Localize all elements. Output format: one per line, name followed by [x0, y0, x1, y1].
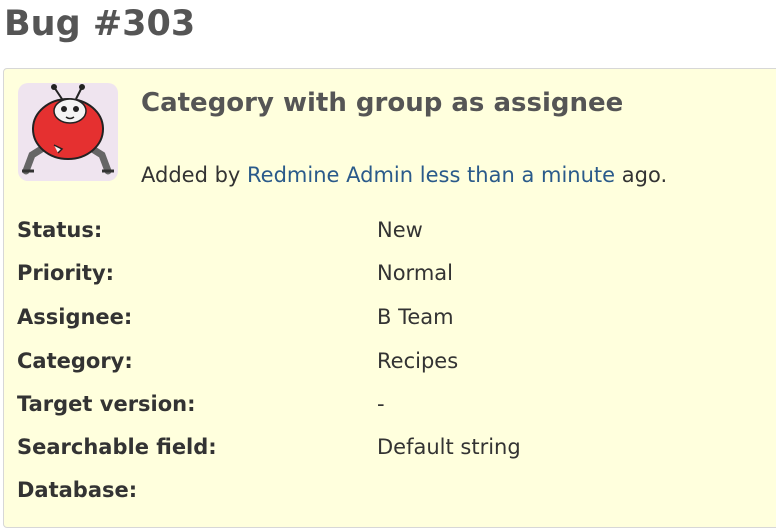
issue-author-line: Added by Redmine Admin less than a minut… — [141, 160, 667, 190]
avatar — [18, 83, 118, 181]
page-title: Bug #303 — [4, 4, 196, 44]
author-link[interactable]: Redmine Admin — [247, 163, 413, 187]
attr-label-assignee: Assignee: — [17, 305, 133, 329]
attr-label-database: Database: — [17, 478, 138, 502]
attr-label-priority: Priority: — [17, 261, 115, 285]
attr-value-category: Recipes — [377, 349, 459, 373]
attr-label-category: Category: — [17, 349, 133, 373]
bug-mascot-icon — [22, 84, 114, 175]
attr-value-searchable-field: Default string — [377, 435, 521, 459]
time-ago-link[interactable]: less than a minute — [420, 163, 615, 187]
attr-label-status: Status: — [17, 218, 103, 242]
attr-label-target-version: Target version: — [17, 392, 196, 416]
issue-subject: Category with group as assignee — [141, 88, 624, 118]
issue-details-box: Category with group as assignee Added by… — [3, 68, 776, 528]
attr-value-priority: Normal — [377, 261, 453, 285]
attr-value-assignee: B Team — [377, 305, 454, 329]
author-prefix: Added by — [141, 163, 241, 187]
attr-value-target-version: - — [377, 392, 385, 416]
attr-label-searchable-field: Searchable field: — [17, 435, 217, 459]
author-suffix: ago. — [621, 163, 668, 187]
attr-value-status: New — [377, 218, 423, 242]
